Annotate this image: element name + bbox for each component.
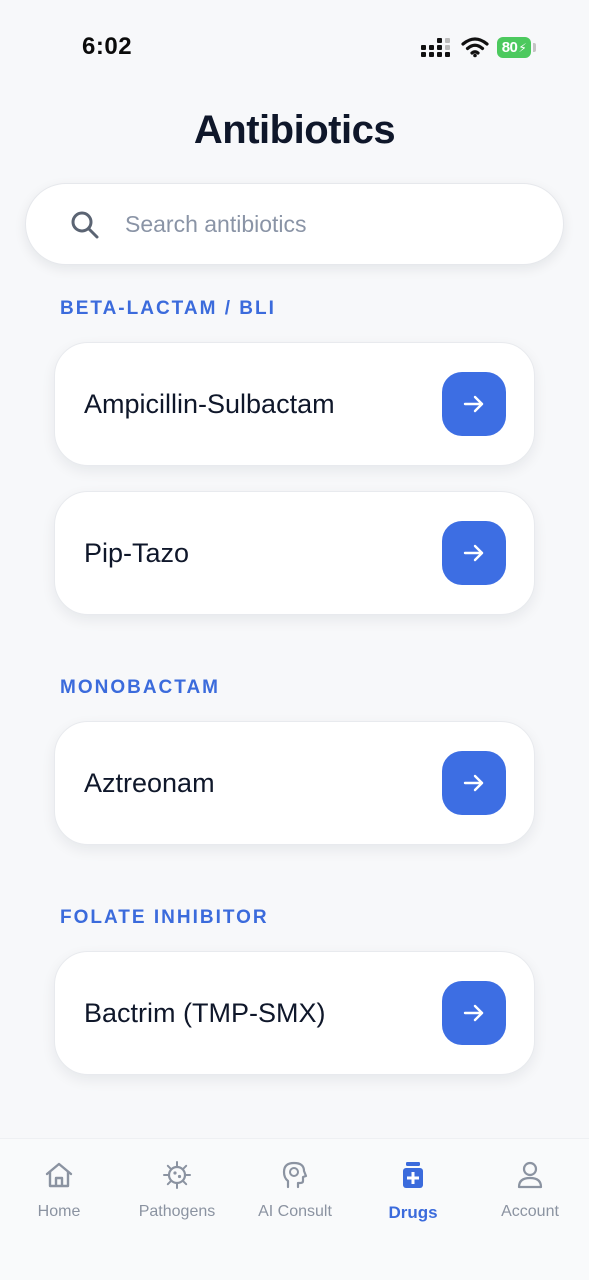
charging-icon: ⚡: [518, 40, 527, 55]
nav-label: Pathogens: [138, 1203, 216, 1220]
section-header-monobactam: MONOBACTAM: [60, 677, 221, 698]
search-icon: [71, 211, 99, 239]
nav-label: Home: [37, 1203, 81, 1220]
status-time: 6:02: [82, 33, 133, 60]
nav-item-pathogens[interactable]: Pathogens: [118, 1139, 236, 1249]
nav-label: Account: [501, 1203, 559, 1220]
battery-nub: [533, 43, 536, 52]
user-icon: [517, 1161, 543, 1189]
status-bar: 6:02 80 ⚡: [0, 0, 589, 90]
drug-card-ampicillin-sulbactam[interactable]: Ampicillin-Sulbactam: [54, 342, 535, 466]
nav-item-home[interactable]: Home: [0, 1139, 118, 1249]
bottom-nav: Home Pathogens AI Consult Drugs Account: [0, 1138, 589, 1280]
medicine-bottle-icon: [403, 1162, 423, 1188]
drug-name: Pip-Tazo: [84, 538, 190, 568]
open-drug-button[interactable]: [442, 521, 506, 585]
drug-name: Bactrim (TMP-SMX): [84, 998, 326, 1028]
nav-item-ai-consult[interactable]: AI Consult: [236, 1139, 354, 1249]
arrow-right-icon: [463, 544, 484, 562]
arrow-right-icon: [463, 395, 484, 413]
open-drug-button[interactable]: [442, 372, 506, 436]
arrow-right-icon: [463, 1004, 484, 1022]
drug-card-aztreonam[interactable]: Aztreonam: [54, 721, 535, 845]
open-drug-button[interactable]: [442, 751, 506, 815]
wifi-icon: [461, 37, 489, 58]
arrow-right-icon: [463, 774, 484, 792]
search-bar[interactable]: [25, 183, 564, 265]
signal-icon: [421, 38, 450, 57]
nav-label: AI Consult: [258, 1203, 332, 1220]
drug-name: Ampicillin-Sulbactam: [84, 389, 335, 419]
section-header-folate-inhibitor: FOLATE INHIBITOR: [60, 907, 269, 928]
drug-card-bactrim[interactable]: Bactrim (TMP-SMX): [54, 951, 535, 1075]
brain-head-icon: [282, 1161, 308, 1189]
section-header-beta-lactam: BETA-LACTAM / BLI: [60, 298, 276, 319]
nav-item-account[interactable]: Account: [471, 1139, 589, 1249]
nav-label: Drugs: [388, 1203, 438, 1222]
open-drug-button[interactable]: [442, 981, 506, 1045]
page-title: Antibiotics: [193, 108, 396, 152]
drug-card-pip-tazo[interactable]: Pip-Tazo: [54, 491, 535, 615]
nav-item-drugs[interactable]: Drugs: [354, 1139, 472, 1249]
virus-icon: [163, 1161, 191, 1189]
home-icon: [45, 1162, 73, 1188]
drug-name: Aztreonam: [84, 768, 215, 798]
search-input[interactable]: [125, 204, 545, 244]
battery-icon: 80 ⚡: [497, 37, 531, 58]
battery-level: 80: [501, 39, 518, 56]
